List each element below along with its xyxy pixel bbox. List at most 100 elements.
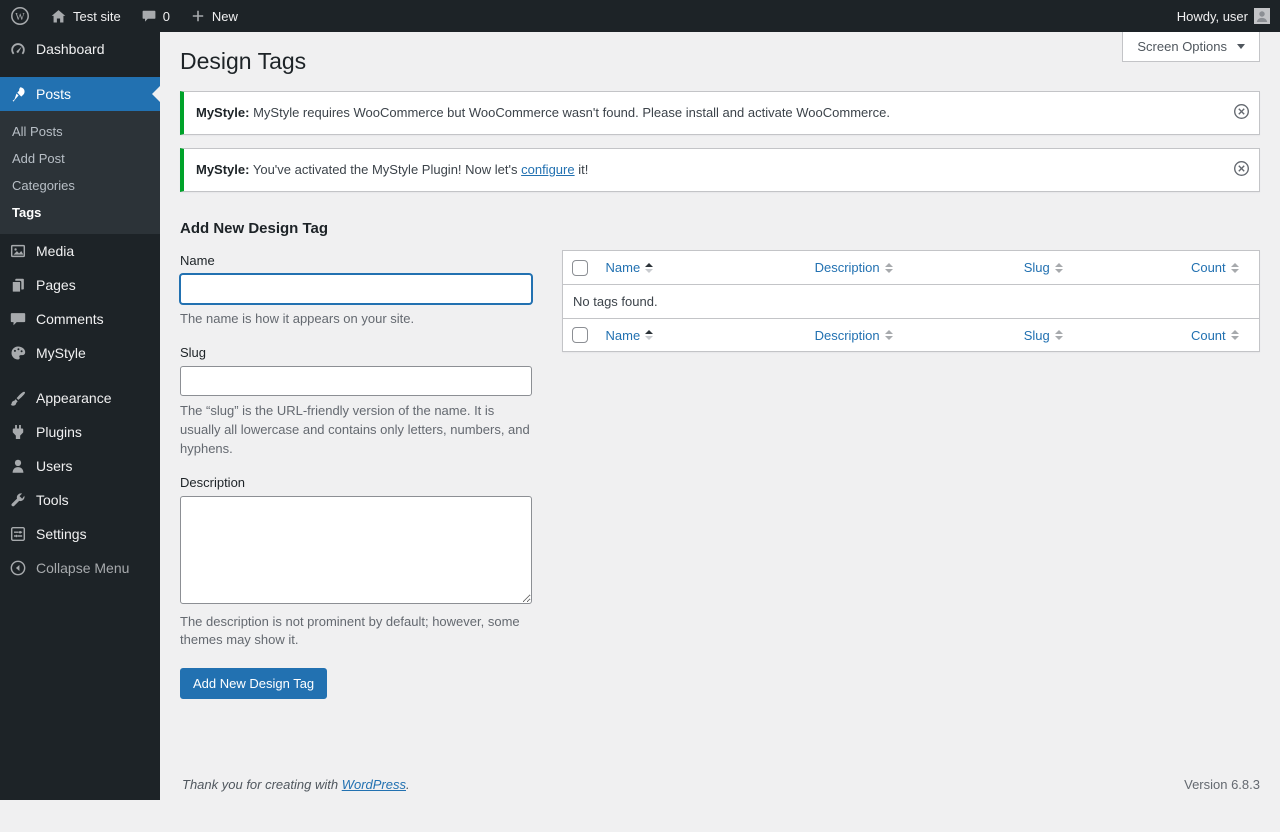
chevron-down-icon (1237, 44, 1245, 49)
no-tags-found-text: No tags found. (563, 284, 1260, 318)
select-all-checkbox[interactable] (572, 327, 588, 343)
wordpress-logo-menu[interactable]: W (0, 0, 40, 32)
description-help-text: The description is not prominent by defa… (180, 613, 532, 651)
collapse-menu-label: Collapse Menu (36, 560, 129, 576)
pages-icon (8, 275, 28, 295)
description-label: Description (180, 475, 532, 490)
comments-menu[interactable]: 0 (131, 0, 180, 32)
slug-help-text: The “slug” is the URL-friendly version o… (180, 402, 532, 459)
screen-options-button[interactable]: Screen Options (1122, 32, 1260, 62)
tools-wrench-icon (8, 490, 28, 510)
sidebar-item-dashboard[interactable]: Dashboard (0, 32, 160, 66)
posts-pin-icon (8, 84, 28, 104)
sidebar-item-media[interactable]: Media (0, 234, 160, 268)
new-content-menu[interactable]: New (180, 0, 248, 32)
sidebar-item-posts[interactable]: Posts (0, 77, 160, 111)
plugins-plug-icon (8, 422, 28, 442)
sidebar-item-comments[interactable]: Comments (0, 302, 160, 336)
name-label: Name (180, 253, 532, 268)
notice-woocommerce-missing: MyStyle: MyStyle requires WooCommerce bu… (180, 91, 1260, 135)
submenu-item-tags[interactable]: Tags (0, 199, 160, 226)
dismiss-notice-button[interactable] (1233, 103, 1250, 123)
submenu-item-categories[interactable]: Categories (0, 172, 160, 199)
dismiss-notice-button[interactable] (1233, 160, 1250, 180)
sidebar-label-appearance: Appearance (36, 390, 112, 406)
sort-indicator-icon (645, 330, 653, 340)
sidebar-label-plugins: Plugins (36, 424, 82, 440)
comments-count: 0 (163, 9, 170, 24)
add-new-design-tag-button[interactable]: Add New Design Tag (180, 668, 327, 699)
sort-by-count-header[interactable]: Count (1191, 260, 1239, 275)
my-account-menu[interactable]: Howdy, user (1167, 0, 1280, 32)
sidebar-label-mystyle: MyStyle (36, 345, 86, 361)
slug-input[interactable] (180, 366, 532, 396)
sort-by-name-footer[interactable]: Name (606, 328, 654, 343)
collapse-menu-button[interactable]: Collapse Menu (0, 551, 160, 585)
sort-by-count-footer[interactable]: Count (1191, 328, 1239, 343)
sort-by-name-header[interactable]: Name (606, 260, 654, 275)
appearance-brush-icon (8, 388, 28, 408)
settings-icon (8, 524, 28, 544)
wordpress-link[interactable]: WordPress (342, 777, 406, 792)
comments-bubble-icon (141, 8, 157, 24)
sidebar-label-comments: Comments (36, 311, 104, 327)
wordpress-logo-icon: W (10, 6, 30, 26)
sort-indicator-icon (1055, 330, 1063, 340)
add-tag-heading: Add New Design Tag (180, 220, 532, 237)
sidebar-label-tools: Tools (36, 492, 69, 508)
slug-label: Slug (180, 345, 532, 360)
notice-text-before: You've activated the MyStyle Plugin! Now… (253, 162, 518, 177)
admin-sidebar: Dashboard Posts All Posts Add Post Categ… (0, 32, 160, 800)
sidebar-item-plugins[interactable]: Plugins (0, 415, 160, 449)
name-input[interactable] (180, 274, 532, 304)
svg-text:W: W (15, 12, 25, 23)
sort-indicator-icon (645, 263, 653, 273)
screen-options-label: Screen Options (1137, 39, 1227, 54)
sort-by-slug-header[interactable]: Slug (1024, 260, 1063, 275)
sort-indicator-icon (1231, 330, 1239, 340)
dashboard-icon (8, 39, 28, 59)
main-content: Screen Options Design Tags MyStyle: MySt… (160, 32, 1280, 800)
select-all-checkbox[interactable] (572, 260, 588, 276)
comments-icon (8, 309, 28, 329)
sidebar-item-tools[interactable]: Tools (0, 483, 160, 517)
sort-by-description-footer[interactable]: Description (815, 328, 893, 343)
collapse-arrow-icon (8, 558, 28, 578)
name-help-text: The name is how it appears on your site. (180, 310, 532, 329)
sidebar-item-appearance[interactable]: Appearance (0, 381, 160, 415)
sort-by-slug-footer[interactable]: Slug (1024, 328, 1063, 343)
tags-table: Name Description Slug (562, 250, 1260, 352)
mystyle-icon (8, 343, 28, 363)
site-name-menu[interactable]: Test site (40, 0, 131, 32)
sidebar-label-settings: Settings (36, 526, 87, 542)
sidebar-item-mystyle[interactable]: MyStyle (0, 336, 160, 370)
description-textarea[interactable] (180, 496, 532, 604)
sidebar-item-pages[interactable]: Pages (0, 268, 160, 302)
empty-row: No tags found. (563, 284, 1260, 318)
sidebar-item-users[interactable]: Users (0, 449, 160, 483)
add-tag-form: Add New Design Tag Name The name is how … (180, 198, 532, 699)
sidebar-item-settings[interactable]: Settings (0, 517, 160, 551)
user-avatar (1254, 8, 1270, 24)
sort-indicator-icon (1055, 263, 1063, 273)
sort-indicator-icon (1231, 263, 1239, 273)
tags-table-panel: Name Description Slug (562, 250, 1260, 352)
media-icon (8, 241, 28, 261)
users-icon (8, 456, 28, 476)
sidebar-label-dashboard: Dashboard (36, 41, 105, 57)
new-label: New (212, 9, 238, 24)
close-circle-icon (1233, 160, 1250, 180)
notice-activated: MyStyle: You've activated the MyStyle Pl… (180, 148, 1260, 192)
submenu-item-all-posts[interactable]: All Posts (0, 118, 160, 145)
site-name-label: Test site (73, 9, 121, 24)
sort-indicator-icon (885, 330, 893, 340)
sidebar-label-posts: Posts (36, 86, 71, 102)
configure-link[interactable]: configure (521, 162, 574, 177)
submenu-item-add-post[interactable]: Add Post (0, 145, 160, 172)
sort-by-description-header[interactable]: Description (815, 260, 893, 275)
notice-text: MyStyle requires WooCommerce but WooComm… (253, 105, 890, 120)
menu-separator (0, 66, 160, 77)
page-title: Design Tags (180, 32, 1260, 81)
sidebar-label-media: Media (36, 243, 74, 259)
admin-bar: W Test site 0 New Howdy, user (0, 0, 1280, 32)
